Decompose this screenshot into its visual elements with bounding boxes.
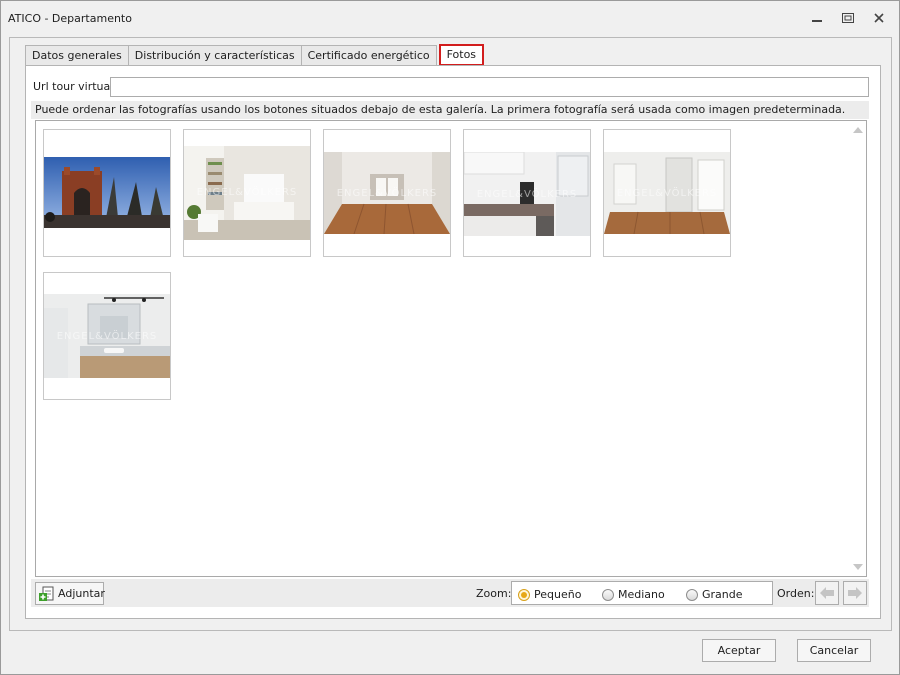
gallery-info-text: Puede ordenar las fotografías usando los…: [31, 101, 869, 119]
gallery-scrollbar[interactable]: [850, 121, 866, 576]
tab-datos-generales[interactable]: Datos generales: [25, 45, 129, 66]
photo-thumbnail[interactable]: ENGEL&VÖLKERS: [43, 272, 171, 400]
tab-strip: Datos generales Distribución y caracterí…: [25, 44, 485, 66]
photo-empty-room: ENGEL&VÖLKERS: [324, 152, 450, 234]
scroll-up-icon[interactable]: [853, 127, 863, 133]
window-title: ATICO - Departamento: [8, 12, 132, 25]
zoom-option-label: Grande: [702, 588, 743, 601]
photo-watermark: ENGEL&VÖLKERS: [336, 188, 438, 200]
scroll-down-icon[interactable]: [853, 564, 863, 570]
photo-arc-de-triomf: [44, 157, 170, 228]
photo-watermark: ENGEL&VÖLKERS: [196, 187, 298, 199]
zoom-radio-group: Pequeño Mediano Grande: [511, 581, 773, 605]
zoom-option-label: Pequeño: [534, 588, 582, 601]
photo-thumbnail[interactable]: ENGEL&VÖLKERS: [323, 129, 451, 257]
url-tour-input[interactable]: [110, 77, 869, 97]
photo-living-room: ENGEL&VÖLKERS: [184, 146, 310, 240]
photo-kitchen: ENGEL&VÖLKERS: [464, 152, 590, 236]
photo-thumbnail[interactable]: ENGEL&VÖLKERS: [603, 129, 731, 257]
restore-icon[interactable]: [840, 10, 856, 26]
zoom-radio-large[interactable]: Grande: [686, 588, 743, 601]
arrow-right-icon: [848, 587, 862, 599]
title-bar: ATICO - Departamento: [1, 1, 899, 35]
photo-watermark: ENGEL&VÖLKERS: [476, 188, 578, 200]
zoom-radio-medium[interactable]: Mediano: [602, 588, 665, 601]
photo-bathroom: ENGEL&VÖLKERS: [44, 294, 170, 378]
photo-thumbnail[interactable]: [43, 129, 171, 257]
move-left-button[interactable]: [815, 581, 839, 605]
attach-button[interactable]: Adjuntar: [35, 582, 105, 605]
photo-watermark: ENGEL&VÖLKERS: [616, 188, 718, 200]
tab-certificado-energetico[interactable]: Certificado energético: [301, 45, 437, 66]
radio-indicator: [602, 588, 614, 601]
minimize-icon[interactable]: [809, 10, 825, 26]
tab-distribucion[interactable]: Distribución y características: [128, 45, 302, 66]
arrow-left-icon: [820, 587, 834, 599]
attach-document-icon: [39, 586, 55, 602]
zoom-radio-small[interactable]: Pequeño: [518, 588, 581, 601]
cancel-button[interactable]: Cancelar: [797, 639, 871, 662]
radio-indicator: [518, 588, 530, 601]
close-icon[interactable]: [871, 10, 887, 26]
zoom-option-label: Mediano: [618, 588, 665, 601]
dialog-window: ATICO - Departamento Datos generales Dis…: [0, 0, 900, 675]
accept-button[interactable]: Aceptar: [702, 639, 776, 662]
order-label: Orden:: [777, 587, 815, 600]
photo-thumbnail[interactable]: ENGEL&VÖLKERS: [183, 129, 311, 257]
attach-button-label: Adjuntar: [58, 587, 105, 600]
photo-watermark: ENGEL&VÖLKERS: [56, 330, 158, 342]
photo-gallery[interactable]: ENGEL&VÖLKERS ENGEL&VÖLKERS ENGEL&VÖLKER…: [35, 120, 867, 577]
tab-fotos[interactable]: Fotos: [438, 44, 485, 66]
photo-bedroom: ENGEL&VÖLKERS: [604, 152, 730, 234]
photo-thumbnail[interactable]: ENGEL&VÖLKERS: [463, 129, 591, 257]
move-right-button[interactable]: [843, 581, 867, 605]
url-tour-label: Url tour virtual:: [33, 80, 118, 93]
radio-indicator: [686, 588, 698, 601]
zoom-label: Zoom:: [476, 587, 512, 600]
